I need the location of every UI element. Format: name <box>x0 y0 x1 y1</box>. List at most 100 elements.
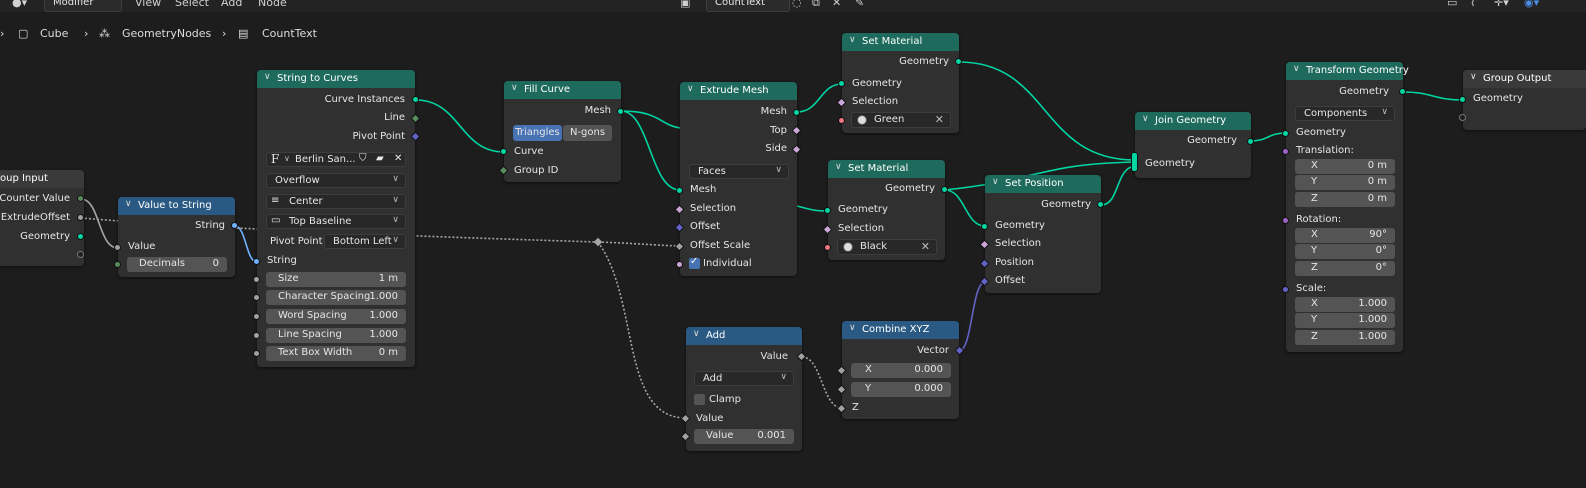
align-x-dropdown[interactable]: ≡ Center ∨ <box>266 194 406 209</box>
collapse-chevron-icon[interactable]: ∨ <box>693 329 700 339</box>
socket-size[interactable] <box>253 276 260 283</box>
unlink-x-icon[interactable]: ✕ <box>935 113 944 126</box>
socket-character-spacing[interactable] <box>253 294 260 301</box>
socket-string-out[interactable] <box>231 222 238 229</box>
socket-individual[interactable] <box>676 261 683 268</box>
combine-xyz-header[interactable]: ∨ Combine XYZ <box>842 321 959 339</box>
socket-geometry-out[interactable] <box>955 58 962 65</box>
collapse-chevron-icon[interactable]: ∨ <box>849 35 856 45</box>
set-material-header[interactable]: ∨ Set Material <box>828 160 945 178</box>
node-group-output[interactable]: ∨ Group Output Geometry <box>1459 70 1586 130</box>
scale-x-field[interactable]: X 1.000 <box>1295 297 1395 312</box>
set-position-header[interactable]: ∨ Set Position <box>985 175 1101 193</box>
scale-y-field[interactable]: Y 1.000 <box>1295 313 1395 328</box>
node-transform-geometry[interactable]: ∨ Transform Geometry Geometry Components ∨… <box>1282 62 1409 352</box>
rotation-y-field[interactable]: Y 0° <box>1295 244 1395 259</box>
overflow-dropdown[interactable]: Overflow ∨ <box>266 173 406 188</box>
collapse-chevron-icon[interactable]: ∨ <box>835 162 842 172</box>
socket-geometry-out[interactable] <box>941 186 948 193</box>
translation-x-field[interactable]: X 0 m <box>1295 159 1395 174</box>
socket-empty[interactable] <box>77 251 84 258</box>
x-field[interactable]: X 0.000 <box>851 363 951 378</box>
collapse-chevron-icon[interactable]: ∨ <box>992 177 999 187</box>
socket-geometry-in[interactable] <box>981 223 988 230</box>
socket-rotation[interactable] <box>1282 217 1289 224</box>
operation-dropdown[interactable]: Add ∨ <box>694 371 794 386</box>
group-input-header[interactable]: oup Input <box>0 170 84 188</box>
socket-geometry-out[interactable] <box>1399 88 1406 95</box>
translation-z-field[interactable]: Z 0 m <box>1295 192 1395 207</box>
align-y-dropdown[interactable]: ▭ Top Baseline ∨ <box>266 214 406 229</box>
node-math-add[interactable]: ∨ Add Value Add ∨ Clamp Value Value 0.001 <box>680 327 807 451</box>
add-header[interactable]: ∨ Add <box>686 327 802 345</box>
material-selector[interactable]: Black ✕ <box>837 239 937 255</box>
string-to-curves-header[interactable]: ∨ String to Curves <box>257 70 415 88</box>
node-group-input[interactable]: oup Input Counter Value ExtrudeOffset Ge… <box>0 170 84 266</box>
socket-geometry-in[interactable] <box>1282 130 1289 137</box>
socket-decimals-in[interactable] <box>114 261 121 268</box>
socket-geometry-in[interactable] <box>838 80 845 87</box>
socket-scale[interactable] <box>1282 286 1289 293</box>
socket-geometry-in[interactable] <box>824 207 831 214</box>
socket-geometry-multi-in[interactable] <box>1131 152 1138 172</box>
transform-geometry-header[interactable]: ∨ Transform Geometry <box>1286 62 1409 80</box>
mode-triangles-button[interactable]: Triangles <box>513 125 562 141</box>
rotation-z-field[interactable]: Z 0° <box>1295 261 1395 276</box>
collapse-chevron-icon[interactable]: ∨ <box>264 72 271 82</box>
scale-z-field[interactable]: Z 1.000 <box>1295 330 1395 345</box>
socket-line-spacing[interactable] <box>253 332 260 339</box>
decimals-field[interactable]: Decimals 0 <box>127 257 227 272</box>
line-spacing-field[interactable]: Line Spacing 1.000 <box>266 328 406 343</box>
socket-geometry-out[interactable] <box>1247 138 1254 145</box>
individual-checkbox[interactable]: ✓ <box>689 256 700 269</box>
material-selector[interactable]: Green ✕ <box>851 112 951 128</box>
value-field[interactable]: Value 0.001 <box>694 429 794 444</box>
socket-empty[interactable] <box>1459 114 1466 121</box>
collapse-chevron-icon[interactable]: ∨ <box>1293 64 1300 74</box>
unlink-x-icon[interactable]: ✕ <box>394 153 402 164</box>
socket-material[interactable] <box>824 244 831 251</box>
transform-mode-dropdown[interactable]: Components ∨ <box>1295 106 1395 121</box>
translation-y-field[interactable]: Y 0 m <box>1295 175 1395 190</box>
collapse-chevron-icon[interactable]: ∨ <box>849 323 856 333</box>
group-output-header[interactable]: ∨ Group Output <box>1463 70 1586 88</box>
node-set-material-black[interactable]: ∨ Set Material Geometry Geometry Selectio… <box>822 160 948 260</box>
socket-counter-value[interactable] <box>77 195 84 202</box>
node-join-geometry[interactable]: ∨ Join Geometry Geometry Geometry <box>1131 112 1254 178</box>
socket-material[interactable] <box>838 117 845 124</box>
collapse-chevron-icon[interactable]: ∨ <box>125 199 132 209</box>
socket-geometry-in[interactable] <box>1459 96 1466 103</box>
socket-translation[interactable] <box>1282 148 1289 155</box>
node-extrude-mesh[interactable]: ∨ Extrude Mesh Mesh Top Side Faces ∨ Mesh … <box>674 82 802 276</box>
node-string-to-curves[interactable]: ∨ String to Curves Curve Instances Line P… <box>253 70 421 367</box>
socket-geometry-out[interactable] <box>1097 201 1104 208</box>
collapse-chevron-icon[interactable]: ∨ <box>687 84 694 94</box>
open-folder-icon[interactable]: ▰ <box>376 153 384 164</box>
font-selector[interactable]: F ∨ Berlin San... ⛉ ▰ ✕ <box>266 152 406 167</box>
extrude-mode-dropdown[interactable]: Faces ∨ <box>689 164 789 179</box>
join-geometry-header[interactable]: ∨ Join Geometry <box>1135 112 1251 130</box>
socket-extrude-offset[interactable] <box>77 214 84 221</box>
y-field[interactable]: Y 0.000 <box>851 382 951 397</box>
unlink-x-icon[interactable]: ✕ <box>921 240 930 253</box>
character-spacing-field[interactable]: Character Spacing 1.000 <box>266 290 406 305</box>
node-fill-curve[interactable]: ∨ Fill Curve Mesh Triangles N-gons Curve … <box>498 81 624 182</box>
node-set-position[interactable]: ∨ Set Position Geometry Geometry Selectio… <box>979 175 1104 293</box>
set-material-header[interactable]: ∨ Set Material <box>842 33 959 51</box>
pivot-point-dropdown[interactable]: Bottom Left ∨ <box>324 234 406 249</box>
socket-mesh-out[interactable] <box>793 109 800 116</box>
clamp-checkbox[interactable] <box>694 394 705 405</box>
socket-curve-in[interactable] <box>500 148 507 155</box>
collapse-chevron-icon[interactable]: ∨ <box>511 83 518 93</box>
collapse-chevron-icon[interactable]: ∨ <box>1470 72 1477 82</box>
word-spacing-field[interactable]: Word Spacing 1.000 <box>266 309 406 324</box>
socket-curve-instances[interactable] <box>412 96 419 103</box>
socket-mesh-in[interactable] <box>676 187 683 194</box>
socket-mesh-out[interactable] <box>617 108 624 115</box>
extrude-mesh-header[interactable]: ∨ Extrude Mesh <box>680 82 797 100</box>
fill-curve-header[interactable]: ∨ Fill Curve <box>504 81 621 99</box>
socket-string-in[interactable] <box>253 258 260 265</box>
collapse-chevron-icon[interactable]: ∨ <box>1142 114 1149 124</box>
rotation-x-field[interactable]: X 90° <box>1295 228 1395 243</box>
socket-value-in[interactable] <box>114 244 121 251</box>
